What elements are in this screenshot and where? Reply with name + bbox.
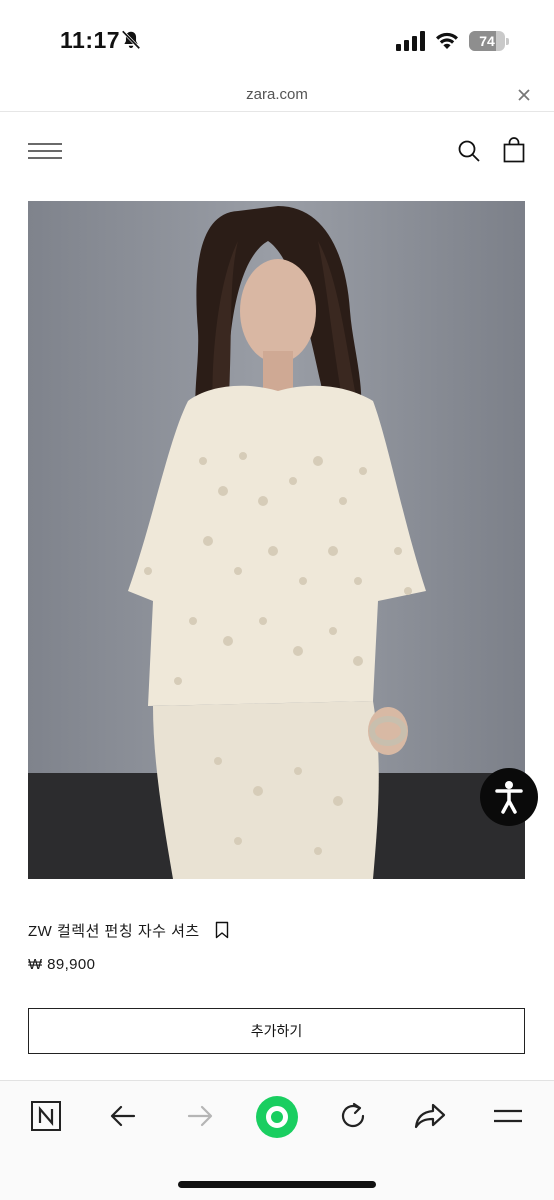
product-price: ₩ 89,900 (28, 956, 96, 973)
home-indicator (178, 1181, 376, 1188)
product-name[interactable]: ZW 컬렉션 펀칭 자수 셔츠 (28, 920, 200, 941)
naver-home-icon[interactable] (26, 1096, 66, 1136)
add-to-cart-button[interactable]: 추가하기 (28, 1008, 525, 1054)
accessibility-button[interactable] (480, 768, 538, 826)
close-icon[interactable] (513, 84, 535, 106)
url-bar[interactable]: zara.com (0, 80, 554, 112)
accessibility-person-icon (495, 781, 523, 814)
forward-arrow-icon[interactable] (180, 1096, 220, 1136)
bell-slash-icon (121, 30, 141, 50)
battery-charging-icon: 74 (469, 31, 509, 51)
search-icon[interactable] (456, 138, 482, 164)
cellular-signal-icon (396, 31, 425, 51)
status-time: 11:17 (60, 27, 121, 53)
status-bar: 11:17 74 (0, 0, 554, 80)
hamburger-menu-icon[interactable] (28, 141, 62, 161)
share-icon[interactable] (410, 1096, 450, 1136)
menu-icon[interactable] (488, 1096, 528, 1136)
shopping-bag-icon[interactable] (502, 137, 526, 164)
product-photo[interactable] (28, 201, 525, 879)
product-name-row: ZW 컬렉션 펀칭 자수 셔츠 (28, 918, 230, 942)
url-text[interactable]: zara.com (0, 86, 554, 103)
battery-level: 74 (479, 33, 495, 49)
green-home-circle-icon[interactable] (256, 1096, 298, 1138)
bookmark-icon[interactable] (214, 921, 230, 939)
reload-icon[interactable] (333, 1096, 373, 1136)
wifi-icon (436, 32, 458, 49)
back-arrow-icon[interactable] (103, 1096, 143, 1136)
